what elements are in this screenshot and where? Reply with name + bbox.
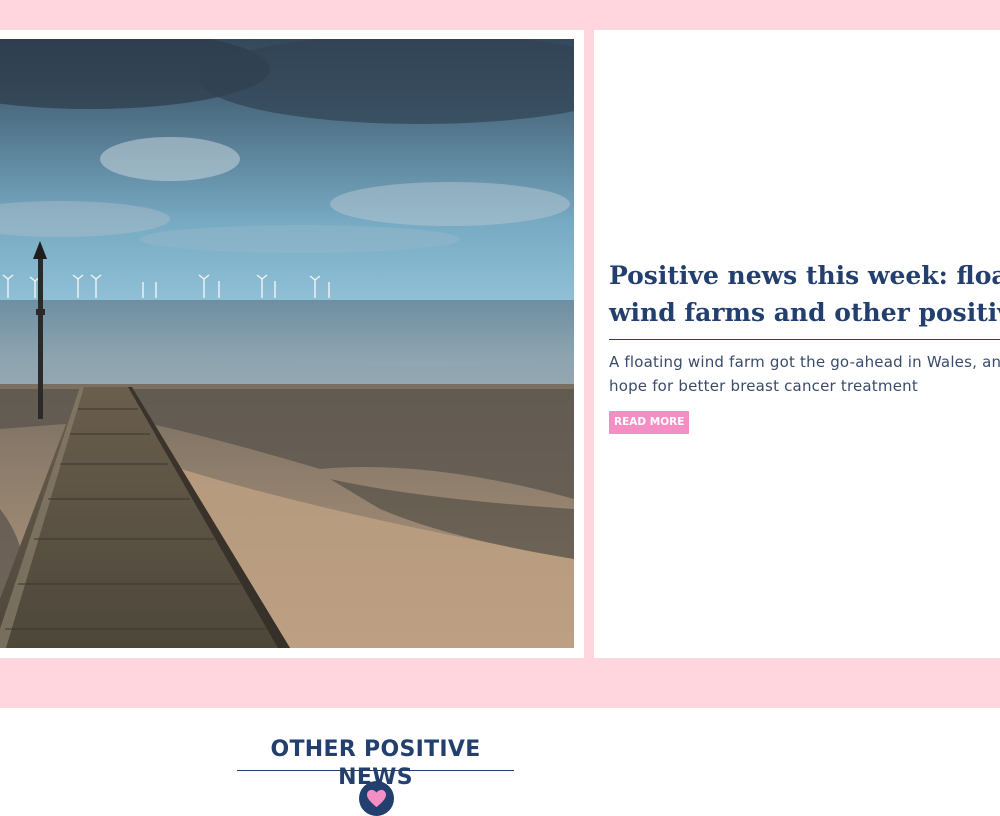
article-title[interactable]: Positive news this week: floating wind f… [609,257,1000,331]
heart-icon [367,789,386,808]
featured-image-card[interactable] [0,30,584,658]
title-divider [609,339,1000,340]
read-more-button[interactable]: READ MORE [609,411,690,434]
top-pink-band [0,0,1000,30]
featured-article: Positive news this week: floating wind f… [0,30,1000,658]
article-excerpt: A floating wind farm got the go-ahead in… [609,353,1000,395]
other-news-divider [237,770,514,771]
heart-badge [359,781,394,816]
mid-pink-band [0,658,1000,708]
featured-text-card: Positive news this week: floating wind f… [594,30,1000,658]
featured-image[interactable] [0,39,574,648]
